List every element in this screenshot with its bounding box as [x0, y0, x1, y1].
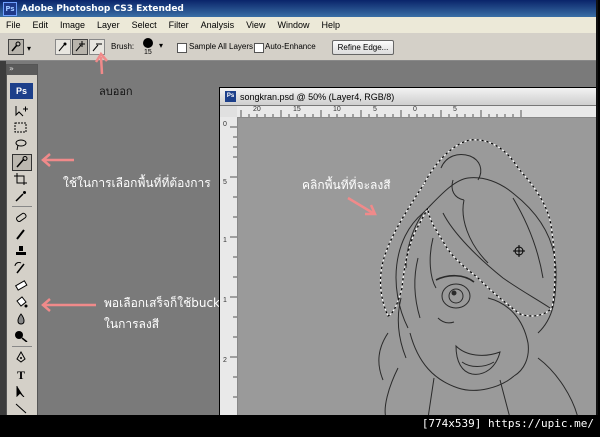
menu-file[interactable]: File: [0, 20, 27, 30]
lasso-tool-icon[interactable]: [14, 139, 28, 151]
path-selection-tool-icon[interactable]: [14, 385, 28, 397]
quick-selection-tool-icon: [16, 156, 28, 168]
auto-enhance-label: Auto-Enhance: [265, 42, 316, 51]
add-to-selection-mode[interactable]: [72, 39, 88, 55]
menu-filter[interactable]: Filter: [163, 20, 195, 30]
menu-layer[interactable]: Layer: [91, 20, 126, 30]
collapse-arrows-icon[interactable]: »: [9, 64, 14, 73]
tool-preset-picker[interactable]: [8, 39, 24, 55]
svg-text:T: T: [17, 368, 25, 380]
annotation-select-area: ใช้ในการเลือกพื้นที่ที่ต้องการ: [63, 176, 211, 190]
sample-all-layers-label: Sample All Layers: [189, 42, 254, 51]
document-ps-icon: Ps: [225, 91, 236, 102]
annotation-bucket-line2: ในการลงสี: [104, 317, 160, 331]
brush-new-icon: [58, 42, 67, 52]
document-title-bar[interactable]: Ps songkran.psd @ 50% (Layer4, RGB/8): [220, 88, 596, 106]
ruler-label: 20: [253, 106, 261, 113]
title-bar: Ps Adobe Photoshop CS3 Extended: [0, 0, 596, 17]
lineart-drawing: [347, 139, 578, 415]
brush-size: 15: [144, 49, 152, 56]
brush-preview[interactable]: [143, 38, 153, 48]
clone-stamp-tool-icon[interactable]: [14, 245, 28, 257]
eyedropper-tool-icon[interactable]: [14, 190, 28, 202]
new-selection-mode[interactable]: [55, 39, 71, 55]
horizontal-ruler[interactable]: 20 15 10 5 0 5: [237, 106, 596, 118]
subtract-from-selection-mode[interactable]: [89, 39, 105, 55]
menu-image[interactable]: Image: [54, 20, 91, 30]
blur-tool-icon[interactable]: [14, 313, 28, 325]
document-window: Ps songkran.psd @ 50% (Layer4, RGB/8) 20…: [219, 87, 596, 415]
brush-cursor-icon: [513, 245, 525, 257]
tool-divider: [12, 206, 32, 207]
line-tool-icon[interactable]: [14, 402, 28, 414]
brush-subtract-icon: [92, 43, 102, 52]
menu-select[interactable]: Select: [126, 20, 163, 30]
menu-edit[interactable]: Edit: [27, 20, 55, 30]
annotation-bucket-line1: พอเลือกเสร็จก็ใช้bucket: [104, 296, 232, 310]
refine-edge-button[interactable]: Refine Edge...: [332, 40, 394, 55]
ruler-label: 0: [413, 106, 417, 113]
healing-brush-tool-icon[interactable]: [14, 211, 28, 223]
menu-bar: File Edit Image Layer Select Filter Anal…: [0, 17, 596, 34]
tool-divider: [12, 346, 32, 347]
ruler-ticks: [240, 110, 522, 117]
dodge-tool-icon[interactable]: [14, 330, 28, 342]
arrow-bucket-head: [41, 298, 51, 312]
tools-panel: » Ps T: [6, 64, 38, 415]
photoshop-window: Ps Adobe Photoshop CS3 Extended File Edi…: [0, 0, 598, 415]
quick-selection-icon: [11, 41, 21, 52]
ps-logo[interactable]: Ps: [10, 83, 33, 99]
menu-help[interactable]: Help: [315, 20, 346, 30]
ruler-label: 5: [453, 106, 457, 113]
menu-analysis[interactable]: Analysis: [195, 20, 241, 30]
annotation-click-area: คลิกพื้นที่ที่จะลงสี: [302, 178, 391, 192]
ruler-label: 2: [223, 357, 227, 364]
photoshop-app-icon: Ps: [3, 1, 17, 16]
ruler-label: 5: [223, 179, 227, 186]
window-title: Adobe Photoshop CS3 Extended: [21, 3, 184, 14]
sample-all-layers-checkbox[interactable]: [177, 43, 187, 53]
vertical-ruler[interactable]: 0 5 1 1 2: [220, 117, 238, 415]
auto-enhance-checkbox[interactable]: [254, 43, 264, 53]
quick-selection-tool-button[interactable]: [12, 154, 32, 171]
ruler-label: 1: [223, 237, 227, 244]
move-tool-icon[interactable]: [14, 105, 28, 117]
history-brush-tool-icon[interactable]: [14, 262, 28, 274]
canvas-area[interactable]: คลิกพื้นที่ที่จะลงสี: [238, 118, 596, 415]
annotation-remove: ลบออก: [99, 85, 133, 98]
document-title: songkran.psd @ 50% (Layer4, RGB/8): [240, 91, 395, 102]
ruler-label: 0: [223, 121, 227, 128]
brush-label: Brush:: [111, 42, 135, 51]
pen-tool-icon[interactable]: [14, 351, 28, 363]
menu-window[interactable]: Window: [271, 20, 315, 30]
marquee-tool-icon[interactable]: [14, 122, 28, 134]
ruler-label: 15: [293, 106, 301, 113]
ruler-label: 1: [223, 297, 227, 304]
chevron-down-icon[interactable]: ▾: [27, 44, 31, 53]
brush-picker-chevron-icon[interactable]: ▾: [159, 41, 163, 50]
options-bar: ▾ Brush: 15 ▾ Sample All Layers Auto-Enh…: [0, 33, 596, 61]
brush-add-icon: [75, 41, 85, 52]
paint-bucket-tool-icon[interactable]: [14, 296, 28, 308]
ruler-label: 10: [333, 106, 341, 113]
arrow-click-area: [347, 196, 374, 215]
ruler-ticks: [230, 126, 237, 398]
menu-view[interactable]: View: [240, 20, 271, 30]
tools-panel-header[interactable]: »: [7, 64, 37, 75]
eraser-tool-icon[interactable]: [14, 279, 28, 291]
type-tool-icon[interactable]: T: [14, 368, 28, 380]
brush-tool-icon[interactable]: [14, 228, 28, 240]
upic-watermark: [774x539] https://upic.me/: [421, 417, 594, 430]
crop-tool-icon[interactable]: [14, 173, 28, 185]
ruler-label: 5: [373, 106, 377, 113]
arrow-select-area-head: [41, 153, 51, 167]
